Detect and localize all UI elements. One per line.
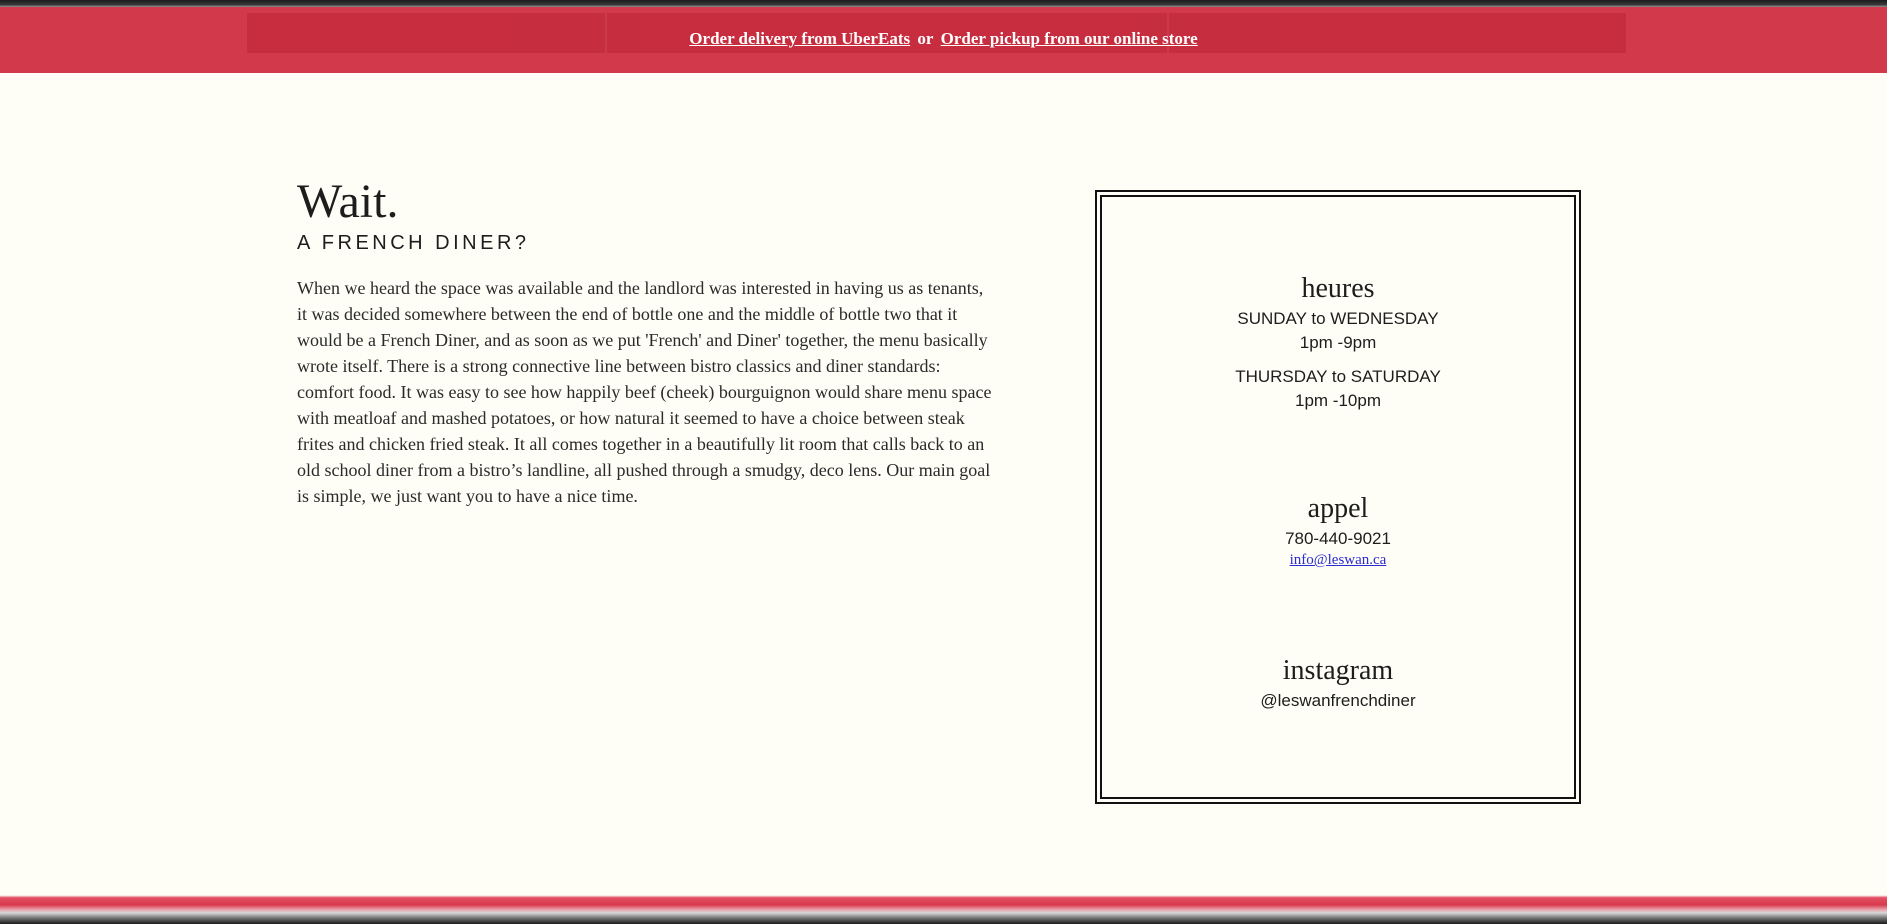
hours-days-2: THURSDAY to SATURDAY [1235, 367, 1441, 386]
hours-title: heures [1301, 273, 1375, 304]
info-box: heures SUNDAY to WEDNESDAY 1pm -9pm THUR… [1095, 190, 1581, 804]
hours-section: heures SUNDAY to WEDNESDAY 1pm -9pm THUR… [1102, 273, 1574, 413]
banner-or: or [917, 29, 934, 48]
contact-title: appel [1307, 493, 1369, 524]
ubereats-link[interactable]: Order delivery from UberEats [689, 29, 910, 48]
info-box-inner: heures SUNDAY to WEDNESDAY 1pm -9pm THUR… [1100, 195, 1576, 799]
intro-title: Wait. [297, 175, 399, 228]
phone-number: 780-440-9021 [1285, 529, 1391, 548]
contact-section: appel 780-440-9021 info@leswan.ca [1102, 493, 1574, 569]
email-link[interactable]: info@leswan.ca [1290, 552, 1387, 568]
instagram-section: instagram @leswanfrenchdiner [1102, 655, 1574, 713]
instagram-handle: @leswanfrenchdiner [1260, 691, 1416, 710]
instagram-title: instagram [1282, 655, 1394, 686]
intro-body: When we heard the space was available an… [297, 278, 992, 506]
banner-text: Order delivery from UberEats or Order pi… [0, 29, 1887, 49]
bottom-decorative-strip [0, 892, 1887, 924]
intro-section: Wait. A FRENCH DINER? When we heard the … [297, 174, 997, 509]
hours-time-2: 1pm -10pm [1295, 391, 1381, 410]
online-store-link[interactable]: Order pickup from our online store [941, 29, 1198, 48]
intro-subtitle: A FRENCH DINER? [297, 232, 530, 254]
hours-days-1: SUNDAY to WEDNESDAY [1237, 309, 1439, 328]
hours-time-1: 1pm -9pm [1299, 333, 1377, 352]
